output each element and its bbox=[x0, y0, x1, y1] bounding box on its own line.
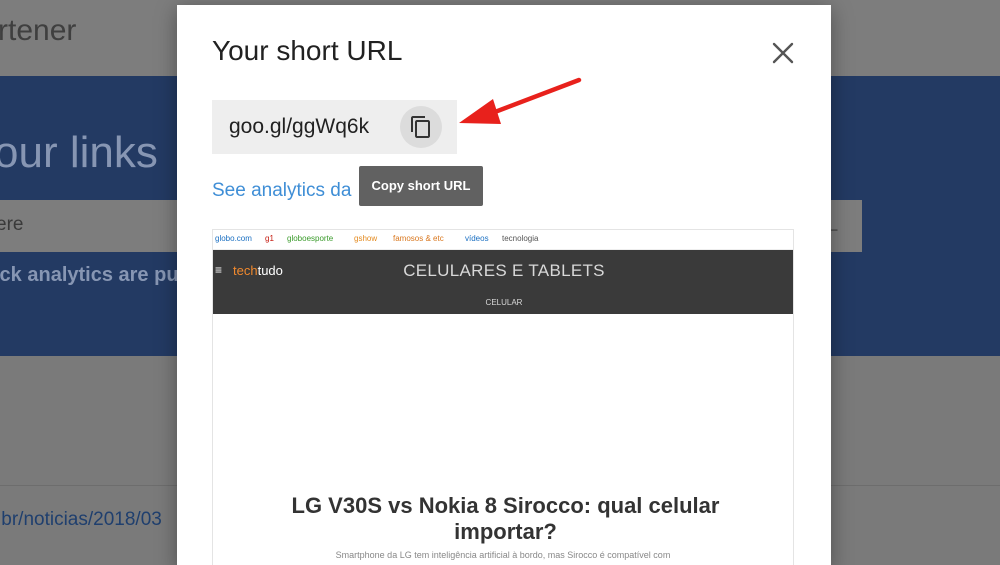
preview-summary: Smartphone da LG tem inteligência artifi… bbox=[335, 550, 671, 560]
preview-topbar: globo.com g1 globoesporte gshow famosos … bbox=[213, 230, 793, 250]
preview-topbar-link: globoesporte bbox=[287, 234, 334, 243]
preview-topbar-link: tecnologia bbox=[502, 234, 539, 243]
preview-topbar-link: gshow bbox=[354, 234, 378, 243]
preview-header: ≡ techtudo CELULARES E TABLETS CELULAR bbox=[213, 250, 793, 314]
copy-short-url-button[interactable] bbox=[400, 106, 442, 148]
page-preview-thumbnail: globo.com g1 globoesporte gshow famosos … bbox=[212, 229, 794, 565]
red-arrow-icon bbox=[459, 77, 582, 124]
dialog-title: Your short URL bbox=[212, 35, 403, 66]
short-url-box: goo.gl/ggWq6k bbox=[212, 100, 457, 154]
short-url-text[interactable]: goo.gl/ggWq6k bbox=[229, 115, 369, 139]
preview-topbar-link: globo.com bbox=[215, 234, 252, 243]
preview-subsection: CELULAR bbox=[485, 298, 523, 307]
preview-topbar-link: vídeos bbox=[465, 234, 489, 243]
background-hero-heading: our links bbox=[0, 128, 158, 177]
see-analytics-link[interactable]: See analytics da bbox=[212, 180, 351, 202]
preview-headline: LG V30S vs Nokia 8 Sirocco: qual celular… bbox=[291, 493, 720, 544]
background-app-title: rtener bbox=[0, 14, 77, 47]
close-button[interactable] bbox=[769, 39, 797, 67]
preview-topbar-link: g1 bbox=[265, 234, 274, 243]
background-link-row: .br/noticias/2018/03 bbox=[0, 509, 162, 530]
copy-icon bbox=[411, 116, 430, 138]
preview-topbar-link: famosos & etc bbox=[393, 234, 444, 243]
close-icon bbox=[772, 42, 794, 64]
copy-tooltip: Copy short URL bbox=[359, 166, 483, 206]
short-url-dialog: Your short URL goo.gl/ggWq6k See analyti… bbox=[177, 5, 831, 565]
preview-section-title: CELULARES E TABLETS bbox=[403, 261, 605, 280]
background-hero-subtext: ick analytics are pu bbox=[0, 264, 179, 286]
background-input-placeholder: ere bbox=[0, 214, 24, 235]
